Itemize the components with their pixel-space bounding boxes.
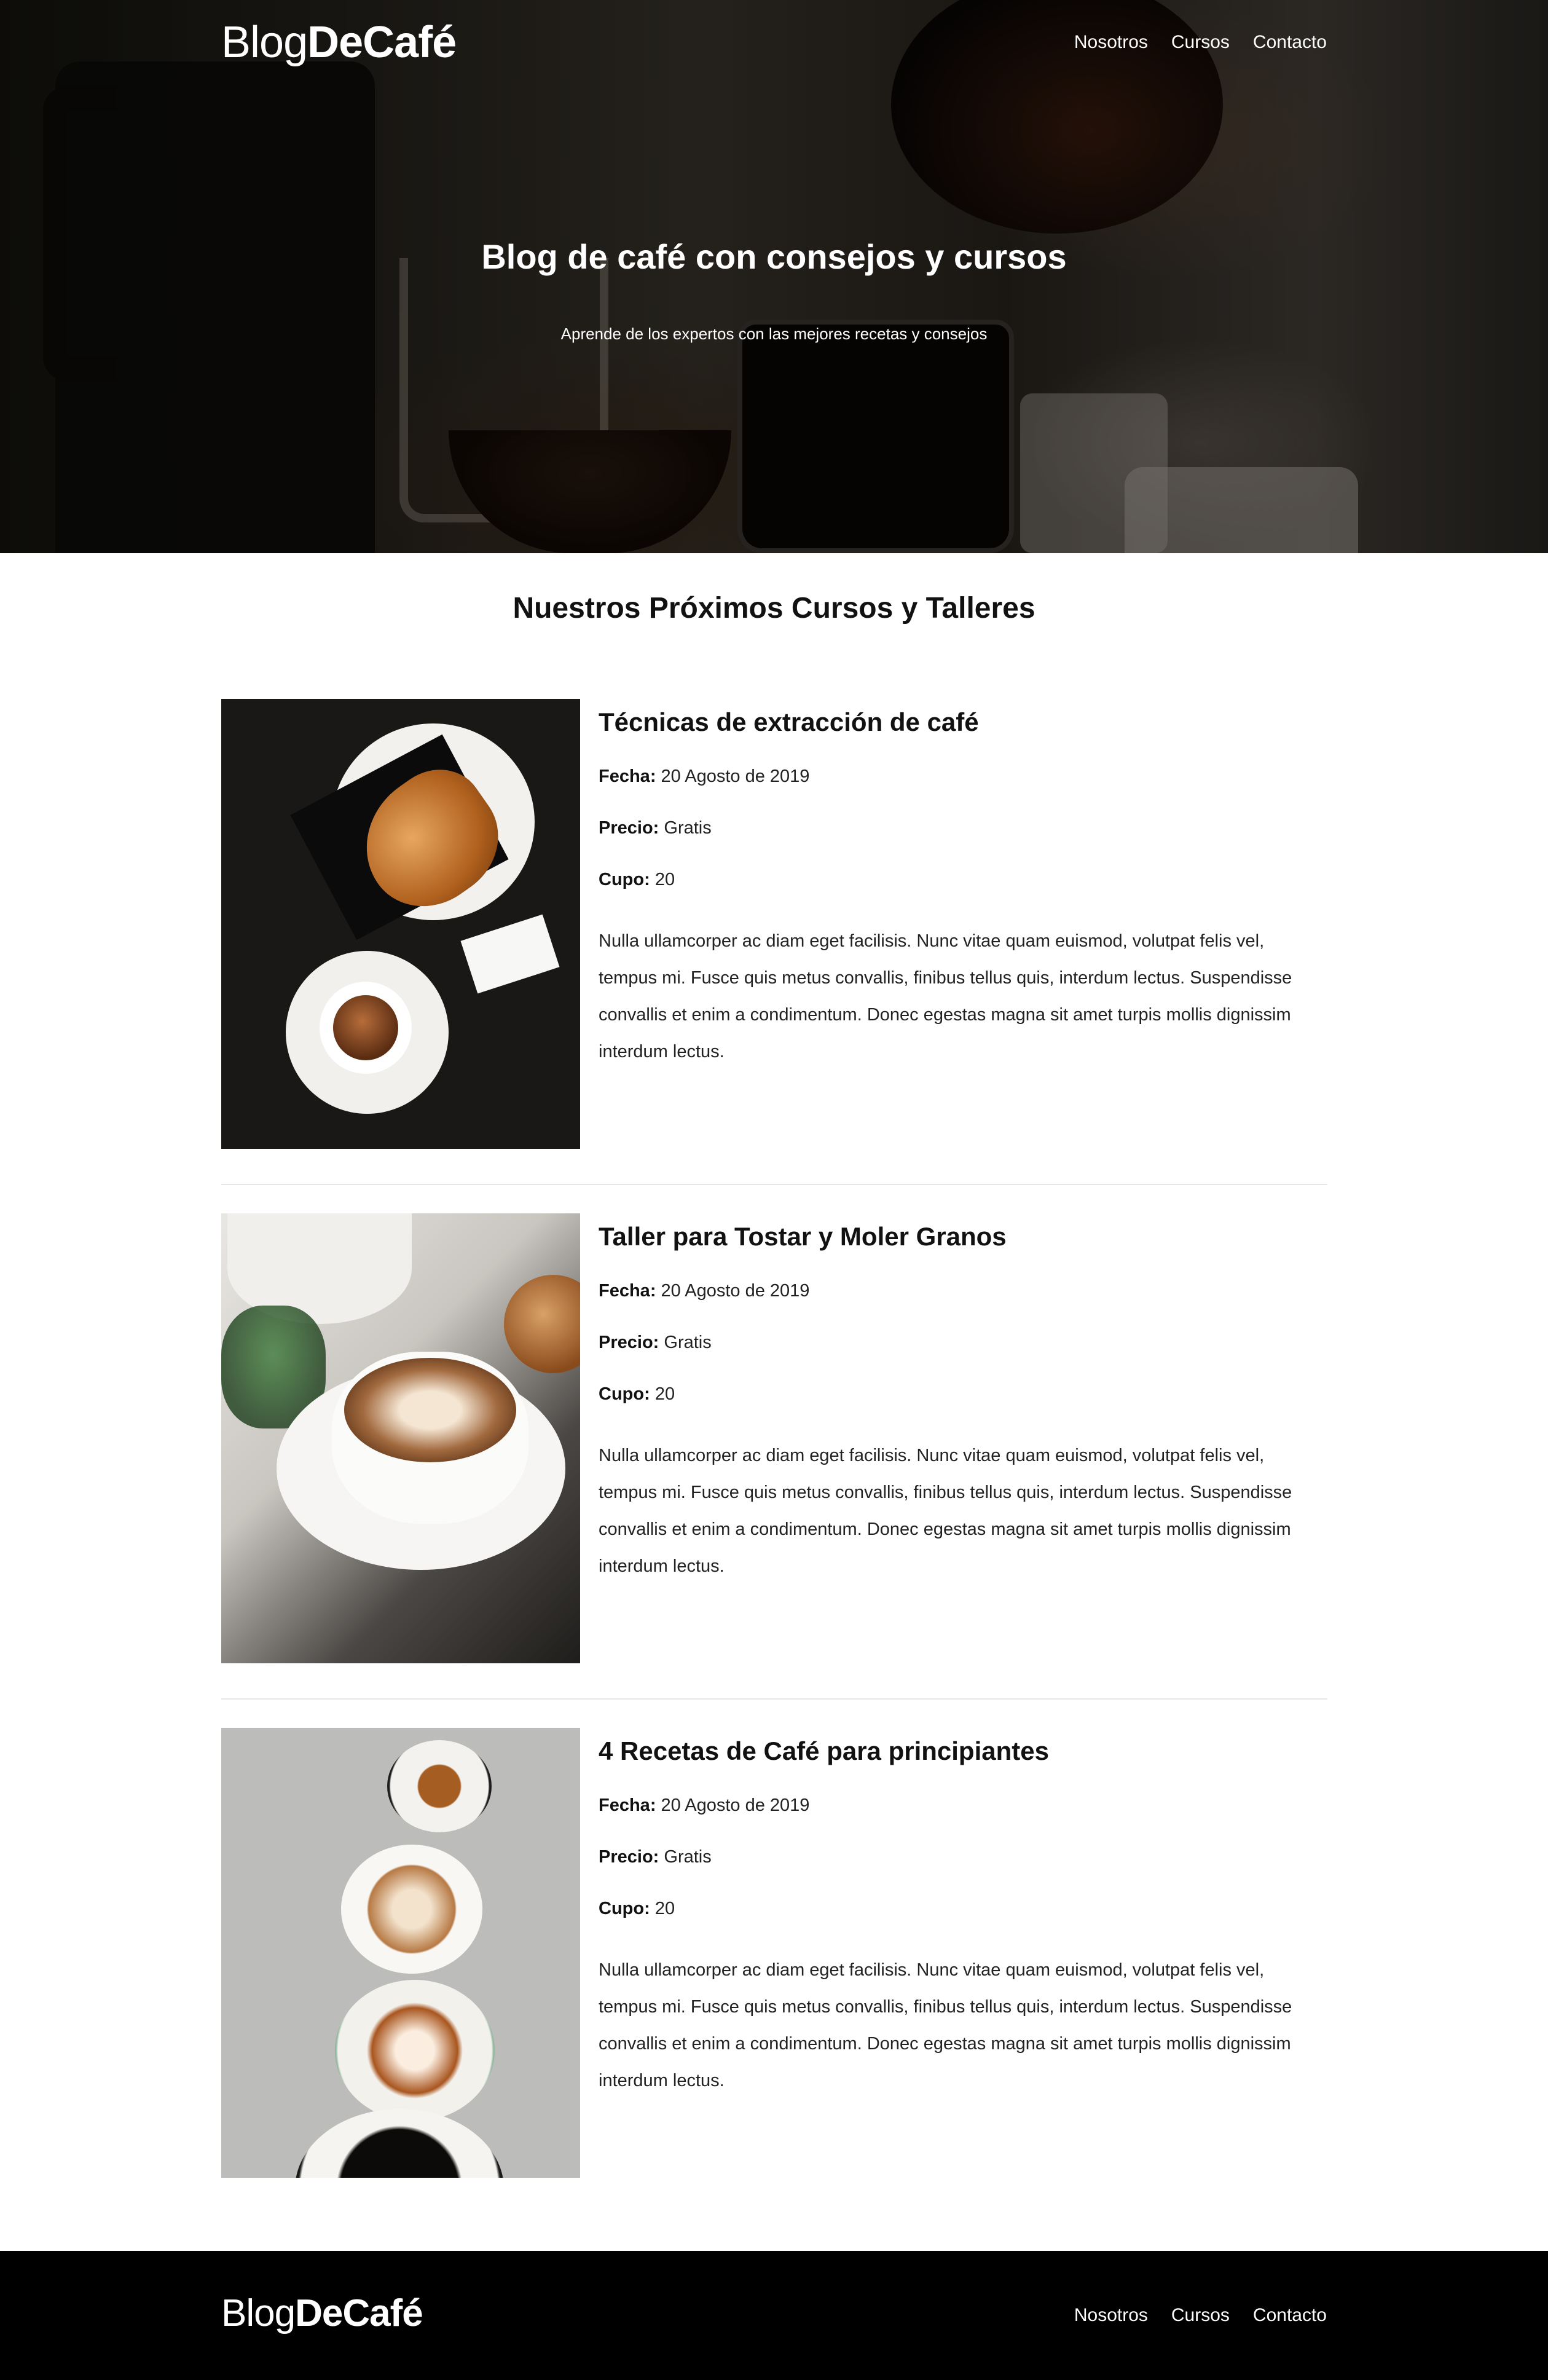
hero: BlogDeCafé Nosotros Cursos Contacto Blog…: [0, 0, 1548, 553]
header-logo[interactable]: BlogDeCafé: [221, 17, 457, 68]
course-info: Técnicas de extracción de café Fecha: 20…: [599, 699, 1327, 1070]
course-card: Técnicas de extracción de café Fecha: 20…: [221, 699, 1327, 1149]
capacity-value: 20: [654, 1384, 675, 1404]
course-image-croissant-coffee[interactable]: [221, 699, 580, 1149]
course-price: Precio: Gratis: [599, 819, 1327, 837]
course-card: Taller para Tostar y Moler Granos Fecha:…: [221, 1213, 1327, 1663]
date-label: Fecha:: [599, 1795, 656, 1815]
header-nav: Nosotros Cursos Contacto: [1074, 32, 1327, 53]
logo-text-light: Blog: [221, 18, 308, 67]
course-date: Fecha: 20 Agosto de 2019: [599, 1282, 1327, 1300]
capacity-label: Cupo:: [599, 1899, 650, 1918]
course-title[interactable]: Técnicas de extracción de café: [599, 707, 1327, 737]
course-image-latte-art[interactable]: [221, 1213, 580, 1663]
nav-link-contacto[interactable]: Contacto: [1253, 32, 1327, 53]
price-label: Precio:: [599, 1847, 659, 1867]
capacity-value: 20: [654, 1899, 675, 1918]
course-image-coffee-cups[interactable]: [221, 1728, 580, 2178]
footer-nav: Nosotros Cursos Contacto: [1074, 2305, 1327, 2326]
hero-subtitle: Aprende de los expertos con las mejores …: [560, 325, 988, 343]
capacity-label: Cupo:: [599, 870, 650, 889]
footer-logo-text-light: Blog: [221, 2292, 296, 2335]
price-label: Precio:: [599, 1333, 659, 1352]
nav-link-cursos[interactable]: Cursos: [1171, 32, 1230, 53]
date-value: 20 Agosto de 2019: [661, 766, 810, 786]
course-capacity: Cupo: 20: [599, 871, 1327, 889]
hero-text: Blog de café con consejos y cursos Apren…: [0, 237, 1548, 344]
footer-logo-text-bold: DeCafé: [295, 2292, 423, 2335]
date-label: Fecha:: [599, 1281, 656, 1301]
logo-text-bold: DeCafé: [307, 18, 457, 67]
course-info: Taller para Tostar y Moler Granos Fecha:…: [599, 1213, 1327, 1585]
footer-link-contacto[interactable]: Contacto: [1253, 2305, 1327, 2326]
hero-title: Blog de café con consejos y cursos: [481, 237, 1067, 276]
course-title[interactable]: 4 Recetas de Café para principiantes: [599, 1736, 1327, 1766]
course-title[interactable]: Taller para Tostar y Moler Granos: [599, 1222, 1327, 1251]
course-description: Nulla ullamcorper ac diam eget facilisis…: [599, 1446, 1292, 1576]
course-card: 4 Recetas de Café para principiantes Fec…: [221, 1728, 1327, 2178]
course-capacity: Cupo: 20: [599, 1900, 1327, 1918]
course-divider: [221, 1184, 1327, 1185]
course-price: Precio: Gratis: [599, 1848, 1327, 1866]
course-description: Nulla ullamcorper ac diam eget facilisis…: [599, 1960, 1292, 2090]
course-info: 4 Recetas de Café para principiantes Fec…: [599, 1728, 1327, 2099]
footer-link-nosotros[interactable]: Nosotros: [1074, 2305, 1148, 2326]
course-price: Precio: Gratis: [599, 1334, 1327, 1352]
price-value: Gratis: [664, 1333, 712, 1352]
price-label: Precio:: [599, 818, 659, 838]
date-label: Fecha:: [599, 766, 656, 786]
date-value: 20 Agosto de 2019: [661, 1281, 810, 1301]
footer-logo[interactable]: BlogDeCafé: [221, 2291, 423, 2335]
site-header: BlogDeCafé Nosotros Cursos Contacto: [0, 0, 1548, 92]
site-footer: BlogDeCafé Nosotros Cursos Contacto: [0, 2251, 1548, 2380]
capacity-value: 20: [654, 870, 675, 889]
course-date: Fecha: 20 Agosto de 2019: [599, 1797, 1327, 1815]
capacity-label: Cupo:: [599, 1384, 650, 1404]
course-description: Nulla ullamcorper ac diam eget facilisis…: [599, 931, 1292, 1062]
section-title: Nuestros Próximos Cursos y Talleres: [513, 592, 1035, 625]
course-capacity: Cupo: 20: [599, 1385, 1327, 1403]
course-date: Fecha: 20 Agosto de 2019: [599, 768, 1327, 786]
date-value: 20 Agosto de 2019: [661, 1795, 810, 1815]
footer-link-cursos[interactable]: Cursos: [1171, 2305, 1230, 2326]
nav-link-nosotros[interactable]: Nosotros: [1074, 32, 1148, 53]
course-divider: [221, 1698, 1327, 1700]
price-value: Gratis: [664, 818, 712, 838]
price-value: Gratis: [664, 1847, 712, 1867]
